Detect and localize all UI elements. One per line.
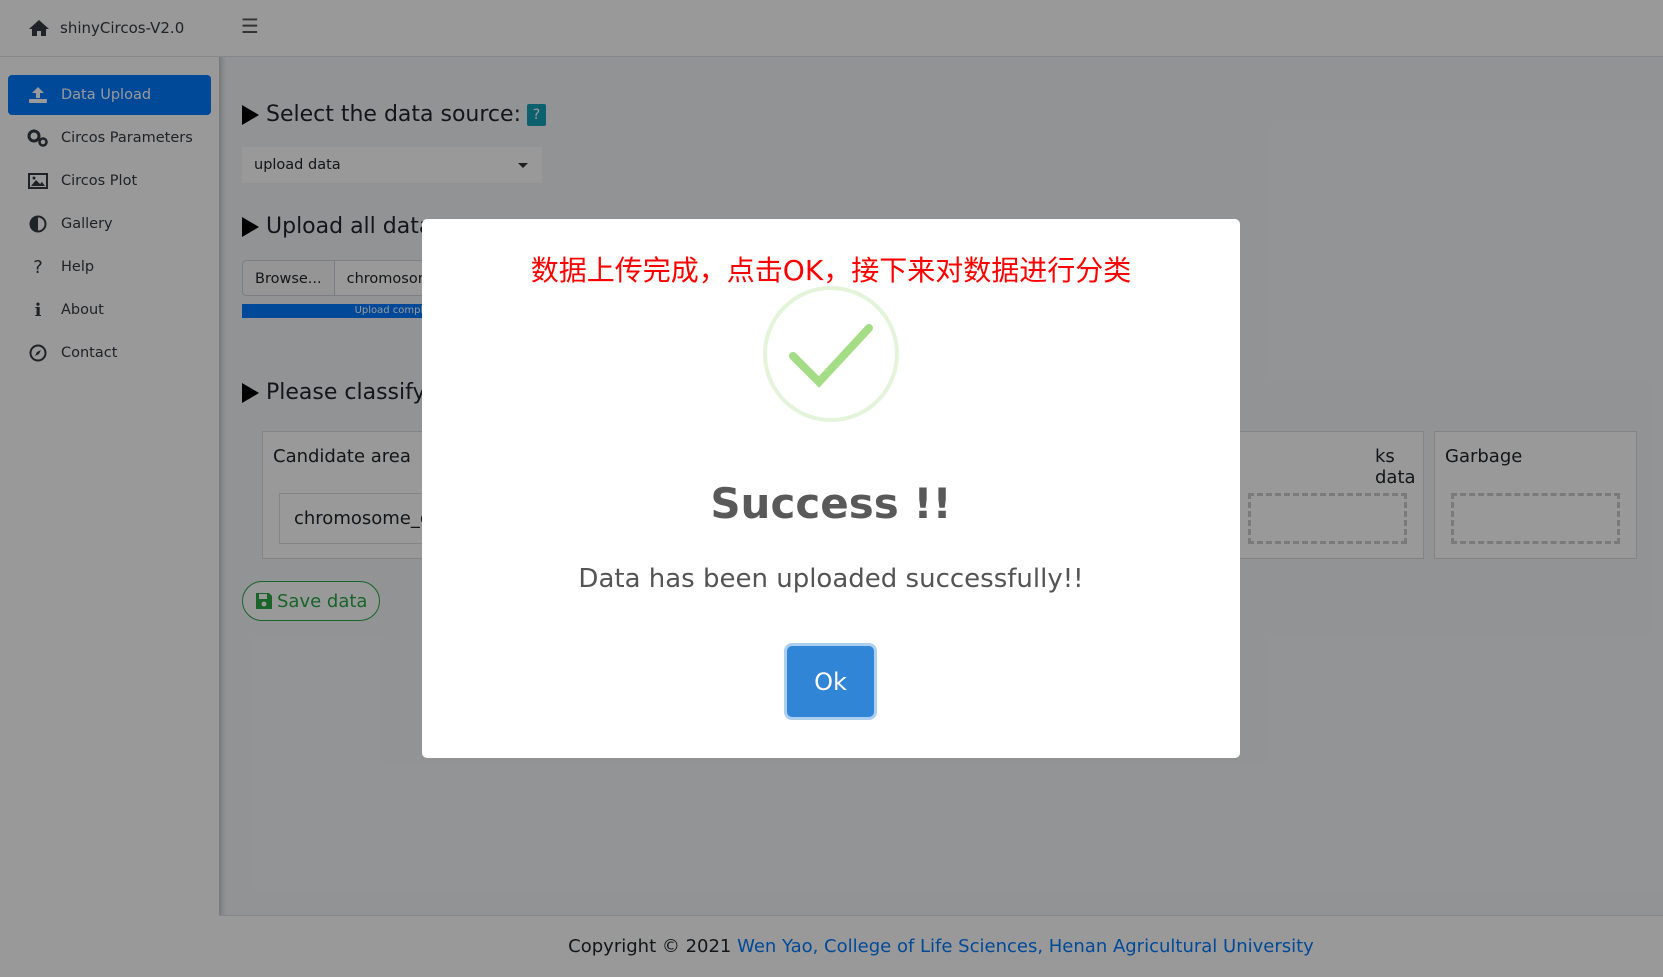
ok-button[interactable]: Ok — [787, 646, 874, 717]
modal-title: Success !! — [710, 479, 952, 528]
success-modal: 数据上传完成，点击OK，接下来对数据进行分类 Success !! Data h… — [422, 219, 1240, 758]
success-check-icon — [763, 286, 899, 422]
modal-message: Data has been uploaded successfully!! — [578, 564, 1084, 594]
annotation-text: 数据上传完成，点击OK，接下来对数据进行分类 — [530, 254, 1132, 287]
